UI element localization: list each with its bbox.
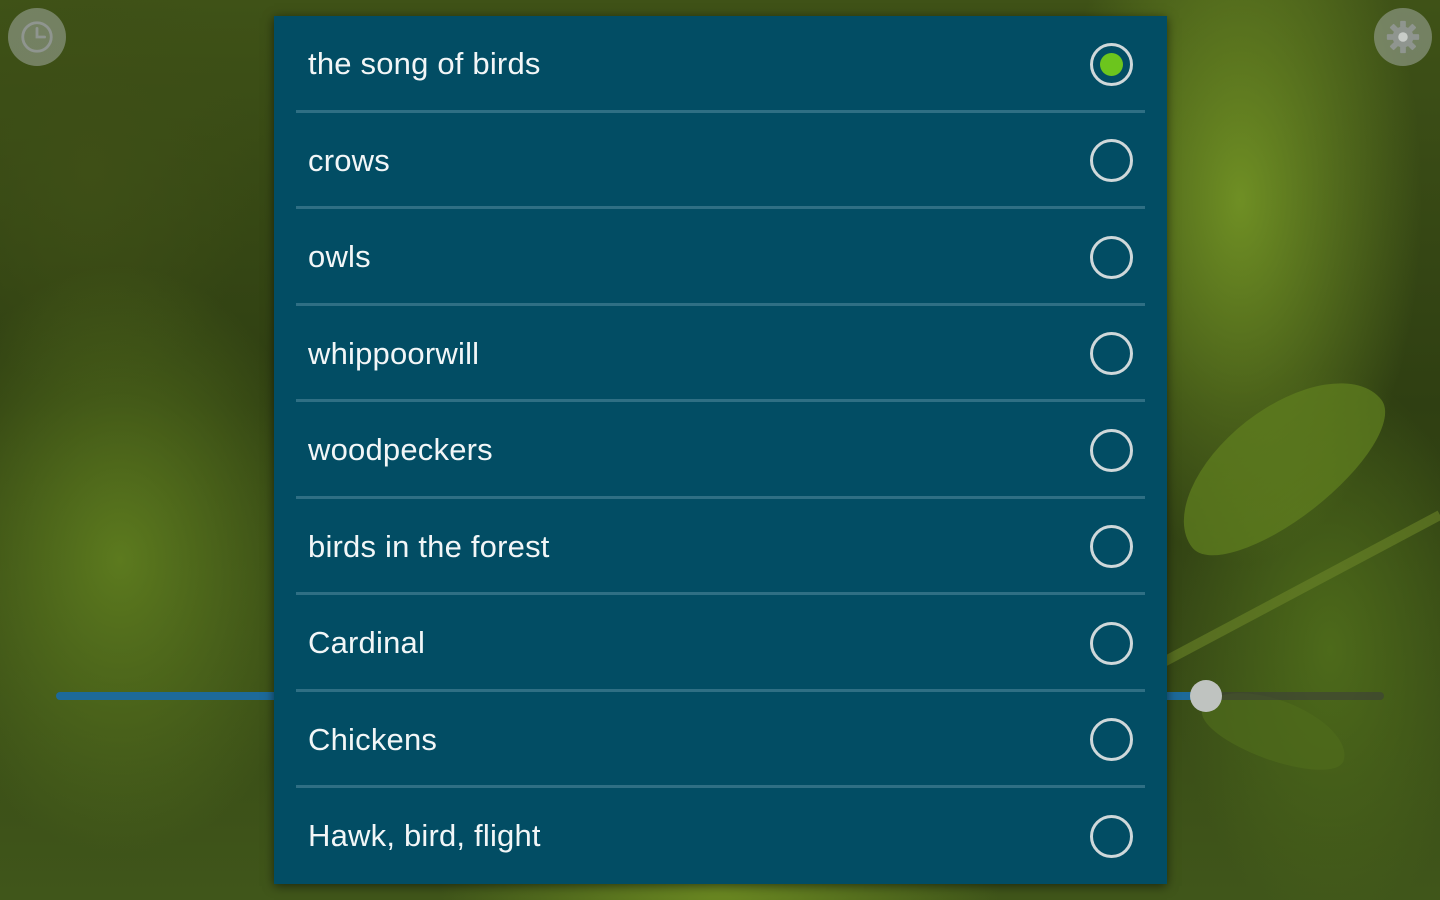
radio-button[interactable] xyxy=(1090,139,1133,183)
sound-option[interactable]: the song of birds xyxy=(274,16,1167,113)
radio-button[interactable] xyxy=(1090,621,1133,665)
sound-option-label: birds in the forest xyxy=(308,528,550,564)
sound-option-label: owls xyxy=(308,239,371,275)
seekbar-remaining[interactable] xyxy=(1208,692,1384,700)
radio-button[interactable] xyxy=(1090,332,1133,376)
clock-icon xyxy=(21,21,53,53)
radio-button-selected[interactable] xyxy=(1090,42,1133,86)
radio-dot xyxy=(1100,52,1123,76)
sound-option-label: crows xyxy=(308,142,390,178)
sound-option[interactable]: owls xyxy=(274,209,1167,306)
app-screen: the song of birds crows owls whippoorwil… xyxy=(0,0,1440,900)
gear-icon xyxy=(1386,20,1420,54)
sound-option[interactable]: Chickens xyxy=(274,692,1167,789)
sound-option[interactable]: Cardinal xyxy=(274,595,1167,692)
sound-option[interactable]: crows xyxy=(274,113,1167,210)
radio-button[interactable] xyxy=(1090,525,1133,569)
radio-button[interactable] xyxy=(1090,814,1133,858)
sound-option[interactable]: whippoorwill xyxy=(274,306,1167,403)
sound-option[interactable]: birds in the forest xyxy=(274,499,1167,596)
sound-option-label: the song of birds xyxy=(308,46,541,82)
sound-selection-dialog: the song of birds crows owls whippoorwil… xyxy=(274,16,1167,884)
sound-option-label: Hawk, bird, flight xyxy=(308,818,541,854)
seekbar-thumb[interactable] xyxy=(1190,680,1222,712)
sound-option-label: Chickens xyxy=(308,721,438,757)
sound-option[interactable]: woodpeckers xyxy=(274,402,1167,499)
sound-option-label: Cardinal xyxy=(308,625,426,661)
radio-button[interactable] xyxy=(1090,718,1133,762)
radio-button[interactable] xyxy=(1090,428,1133,472)
timer-button[interactable] xyxy=(8,8,66,66)
sound-option-label: whippoorwill xyxy=(308,335,480,371)
sound-option[interactable]: Hawk, bird, flight xyxy=(274,788,1167,885)
radio-button[interactable] xyxy=(1090,235,1133,279)
sound-option-label: woodpeckers xyxy=(308,432,493,468)
settings-button[interactable] xyxy=(1374,8,1432,66)
